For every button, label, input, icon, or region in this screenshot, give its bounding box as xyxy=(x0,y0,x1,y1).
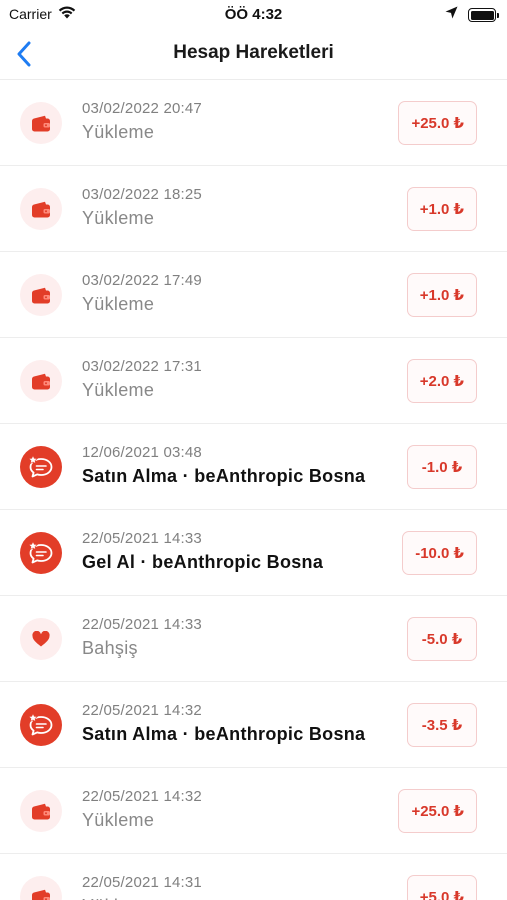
transaction-title: Gel Al · beAnthropic Bosna xyxy=(82,552,324,572)
status-time: ÖÖ 4:32 xyxy=(224,6,283,23)
transaction-amount-button[interactable]: -5.0 ₺ xyxy=(407,617,477,661)
transaction-date: 22/05/2021 14:33 xyxy=(82,616,202,633)
transaction-row[interactable]: 03/02/2022 20:47 Yükleme +25.0 ₺ xyxy=(0,80,507,166)
transaction-date: 03/02/2022 17:49 xyxy=(82,272,202,289)
transaction-row[interactable]: 03/02/2022 17:31 Yükleme +2.0 ₺ xyxy=(0,338,507,424)
star-chat-icon xyxy=(20,446,62,488)
transaction-date: 22/05/2021 14:31 xyxy=(82,874,202,891)
transaction-row[interactable]: 22/05/2021 14:33 Gel Al · beAnthropic Bos… xyxy=(0,510,507,596)
transaction-amount-button[interactable]: -10.0 ₺ xyxy=(402,531,477,575)
transaction-date: 22/05/2021 14:32 xyxy=(82,702,202,719)
transaction-amount-button[interactable]: -3.5 ₺ xyxy=(407,703,477,747)
transaction-amount-button[interactable]: -1.0 ₺ xyxy=(407,445,477,489)
status-bar: Carrier ÖÖ 4:32 xyxy=(0,0,507,30)
transaction-row[interactable]: 03/02/2022 18:25 Yükleme +1.0 ₺ xyxy=(0,166,507,252)
wallet-icon xyxy=(20,188,62,230)
battery-icon xyxy=(468,8,499,22)
transaction-date: 03/02/2022 20:47 xyxy=(82,100,202,117)
transaction-amount-button[interactable]: +2.0 ₺ xyxy=(406,359,477,403)
transaction-title: Yükleme xyxy=(82,810,155,830)
wallet-icon xyxy=(20,102,62,144)
transaction-date: 22/05/2021 14:33 xyxy=(82,530,202,547)
transaction-date: 12/06/2021 03:48 xyxy=(82,444,202,461)
page-title: Hesap Hareketleri xyxy=(173,42,334,63)
status-indicators xyxy=(445,6,499,24)
transaction-row[interactable]: 22/05/2021 14:31 Yükleme +5.0 ₺ xyxy=(0,854,507,900)
transaction-title: Yükleme xyxy=(82,380,155,400)
transaction-title: Satın Alma · beAnthropic Bosna xyxy=(82,466,366,486)
wallet-icon xyxy=(20,274,62,316)
transaction-row[interactable]: 22/05/2021 14:32 Yükleme +25.0 ₺ xyxy=(0,768,507,854)
transaction-date: 03/02/2022 17:31 xyxy=(82,358,202,375)
transaction-title: Satın Alma · beAnthropic Bosna xyxy=(82,724,366,744)
wallet-icon xyxy=(20,790,62,832)
transaction-row[interactable]: 22/05/2021 14:32 Satın Alma · beAnthropic… xyxy=(0,682,507,768)
transaction-date: 03/02/2022 18:25 xyxy=(82,186,202,203)
transaction-title: Yükleme xyxy=(82,896,154,900)
star-chat-icon xyxy=(20,532,62,574)
transaction-list[interactable]: 03/02/2022 20:47 Yükleme +25.0 ₺ 03/02/2022… xyxy=(0,80,507,900)
navigation-bar: Hesap Hareketleri xyxy=(0,30,507,80)
star-chat-icon xyxy=(20,704,62,746)
transaction-row[interactable]: 22/05/2021 14:33 Bahşiş -5.0 ₺ xyxy=(0,596,507,682)
transaction-row[interactable]: 12/06/2021 03:48 Satın Alma · beAnthropic… xyxy=(0,424,507,510)
transaction-title: Yükleme xyxy=(82,122,155,142)
transaction-amount-button[interactable]: +1.0 ₺ xyxy=(406,187,477,231)
transaction-title: Bahşiş xyxy=(82,638,138,658)
transaction-row[interactable]: 03/02/2022 17:49 Yükleme +1.0 ₺ xyxy=(0,252,507,338)
transaction-amount-button[interactable]: +1.0 ₺ xyxy=(406,273,477,317)
heart-icon xyxy=(20,618,62,660)
transaction-date: 22/05/2021 14:32 xyxy=(82,788,202,805)
transaction-amount-button[interactable]: +25.0 ₺ xyxy=(398,789,477,833)
transaction-title: Yükleme xyxy=(82,294,155,314)
wallet-icon xyxy=(20,360,62,402)
transaction-amount-button[interactable]: +25.0 ₺ xyxy=(398,101,477,145)
location-arrow-icon xyxy=(445,6,458,24)
transaction-amount-button[interactable]: +5.0 ₺ xyxy=(406,875,477,900)
wallet-icon xyxy=(20,876,62,900)
transaction-title: Yükleme xyxy=(82,208,155,228)
